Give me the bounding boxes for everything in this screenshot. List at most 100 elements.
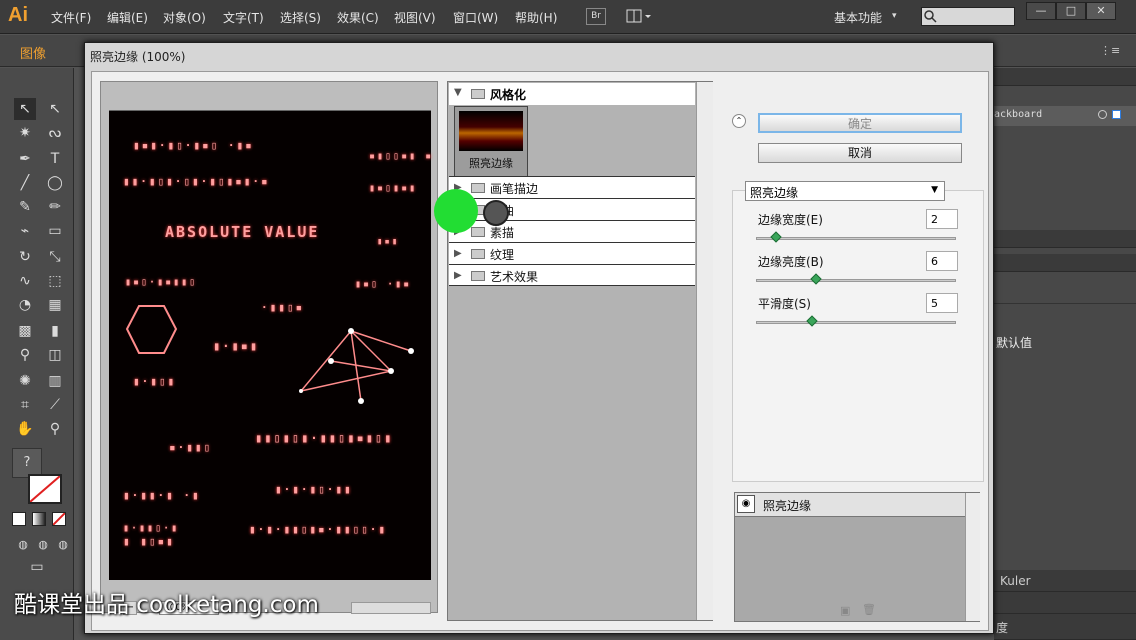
new-effect-layer-icon[interactable]: ▣ bbox=[840, 604, 850, 617]
selection-indicator-icon[interactable] bbox=[1112, 110, 1121, 119]
smoothness-input[interactable]: 5 bbox=[926, 293, 958, 313]
menu-view[interactable]: 视图(V) bbox=[394, 9, 436, 26]
ellipse-tool-icon[interactable]: ◯ bbox=[44, 172, 66, 194]
target-icon[interactable] bbox=[1098, 110, 1107, 119]
scale-tool-icon[interactable]: ⤡ bbox=[44, 246, 66, 268]
minimize-button[interactable]: — bbox=[1026, 2, 1056, 20]
category-sketch[interactable]: ▶素描 bbox=[449, 220, 695, 242]
folder-icon bbox=[471, 271, 485, 281]
dialog-title: 照亮边缘 (100%) bbox=[90, 50, 186, 64]
expand-arrow-icon[interactable]: ▼ bbox=[454, 87, 462, 98]
pen-tool-icon[interactable]: ✒ bbox=[14, 148, 36, 170]
mesh-tool-icon[interactable]: ▩ bbox=[14, 320, 36, 342]
visibility-eye-icon[interactable]: ◉ bbox=[737, 495, 755, 513]
symbol-sprayer-icon[interactable]: ✺ bbox=[14, 370, 36, 392]
preview-canvas[interactable]: ▮▪▮·▮▯·▮▪▯ ·▮▪ ▪▮▯▯▪▮ ▪ ▮▮·▮▯▮·▯▮·▮▯▮▪▮·… bbox=[109, 110, 431, 580]
menu-help[interactable]: 帮助(H) bbox=[515, 9, 557, 26]
preview-scrollbar[interactable] bbox=[351, 602, 431, 614]
menu-type[interactable]: 文字(T) bbox=[223, 9, 264, 26]
dropdown-arrow-icon: ▼ bbox=[931, 185, 938, 195]
gradient-icon[interactable] bbox=[32, 512, 46, 526]
hand-tool-icon[interactable]: ✋ bbox=[14, 418, 36, 440]
cursor-highlight bbox=[434, 189, 478, 233]
ok-button[interactable]: 确定 bbox=[758, 113, 962, 133]
eraser-icon[interactable]: ▭ bbox=[44, 220, 66, 242]
preview-glow-row: ▮▪▯·▮▪▮▮▯ bbox=[125, 277, 198, 288]
paintbrush-icon[interactable]: ✎ bbox=[14, 196, 36, 218]
selection-tool-icon[interactable]: ↖ bbox=[14, 98, 36, 120]
direct-selection-tool-icon[interactable]: ↖ bbox=[44, 98, 66, 120]
layer-list-scrollbar[interactable] bbox=[965, 493, 980, 621]
screen-mode-icon[interactable]: ▭ bbox=[26, 556, 48, 578]
thumbnail-label: 照亮边缘 bbox=[469, 157, 513, 170]
workspace-switcher[interactable]: 基本功能 bbox=[834, 9, 882, 26]
menu-object[interactable]: 对象(O) bbox=[163, 9, 206, 26]
filter-thumbnail-glowing-edges[interactable]: 照亮边缘 bbox=[454, 106, 528, 178]
edge-width-slider[interactable] bbox=[756, 237, 956, 240]
kuler-tab[interactable]: Kuler bbox=[1000, 574, 1031, 588]
arrange-documents-icon[interactable] bbox=[626, 8, 652, 25]
edge-width-input[interactable]: 2 bbox=[926, 209, 958, 229]
bridge-button[interactable]: Br bbox=[586, 8, 606, 25]
maximize-button[interactable]: □ bbox=[1056, 2, 1086, 20]
collapsed-arrow-icon: ▶ bbox=[454, 270, 462, 281]
pencil-icon[interactable]: ✏ bbox=[44, 196, 66, 218]
chevron-down-icon[interactable]: ▾ bbox=[892, 11, 897, 21]
artboard-row[interactable]: ackboard bbox=[994, 106, 1136, 126]
free-transform-icon[interactable]: ⬚ bbox=[44, 270, 66, 292]
edge-brightness-input[interactable]: 6 bbox=[926, 251, 958, 271]
panel-menu-icon[interactable]: ⋮≡ bbox=[1100, 44, 1120, 57]
type-tool-icon[interactable]: T bbox=[44, 148, 66, 170]
collapse-gallery-button[interactable]: ⌃ bbox=[732, 114, 746, 128]
menu-select[interactable]: 选择(S) bbox=[280, 9, 321, 26]
warp-tool-icon[interactable]: ∿ bbox=[14, 270, 36, 292]
category-stylize[interactable]: ▼ 风格化 bbox=[449, 83, 695, 105]
draw-behind-icon[interactable]: ◍ bbox=[32, 534, 54, 556]
blend-tool-icon[interactable]: ◫ bbox=[44, 344, 66, 366]
preview-pane[interactable]: ▮▪▮·▮▯·▮▪▯ ·▮▪ ▪▮▯▯▪▮ ▪ ▮▮·▮▯▮·▯▮·▮▯▮▪▮·… bbox=[100, 81, 438, 615]
edge-width-label: 边缘宽度(E) bbox=[758, 213, 823, 227]
delete-effect-layer-icon[interactable]: 🗑 bbox=[862, 603, 876, 616]
zoom-tool-icon[interactable]: ⚲ bbox=[44, 418, 66, 440]
eyedropper-icon[interactable]: ⚲ bbox=[14, 344, 36, 366]
lasso-icon[interactable]: ᔓ bbox=[44, 122, 66, 144]
category-texture[interactable]: ▶ 纹理 bbox=[449, 242, 695, 264]
filter-select[interactable]: 照亮边缘 ▼ bbox=[745, 181, 945, 201]
search-input[interactable] bbox=[921, 7, 1015, 26]
category-brush-strokes[interactable]: ▶ 画笔描边 bbox=[449, 176, 695, 198]
magic-wand-icon[interactable]: ✷ bbox=[14, 122, 36, 144]
fill-color-icon[interactable] bbox=[12, 512, 26, 526]
preview-glow-row: ▮·▮▯▮ bbox=[133, 375, 177, 388]
blob-brush-icon[interactable]: ⌁ bbox=[14, 220, 36, 242]
menu-edit[interactable]: 编辑(E) bbox=[107, 9, 148, 26]
edge-brightness-slider[interactable] bbox=[756, 279, 956, 282]
preview-glow-row: ▮▮·▮▯▮·▯▮·▮▯▮▪▮·▪ bbox=[123, 175, 270, 188]
cancel-button[interactable]: 取消 bbox=[758, 143, 962, 163]
smoothness-slider[interactable] bbox=[756, 321, 956, 324]
close-button[interactable]: ✕ bbox=[1086, 2, 1116, 20]
folder-icon bbox=[471, 249, 485, 259]
fill-stroke-swatch[interactable] bbox=[28, 474, 62, 504]
slice-tool-icon[interactable]: ⟋ bbox=[44, 394, 66, 416]
rotate-tool-icon[interactable]: ↻ bbox=[14, 246, 36, 268]
effect-layer-row[interactable]: ◉ 照亮边缘 bbox=[735, 493, 965, 517]
menu-window[interactable]: 窗口(W) bbox=[453, 9, 498, 26]
menu-file[interactable]: 文件(F) bbox=[51, 9, 91, 26]
artboard-tool-icon[interactable]: ⌗ bbox=[14, 394, 36, 416]
shape-builder-icon[interactable]: ◔ bbox=[14, 294, 36, 316]
illustrator-logo: Ai bbox=[8, 4, 28, 26]
none-color-icon[interactable] bbox=[52, 512, 66, 526]
smoothness-label: 平滑度(S) bbox=[758, 297, 811, 311]
folder-icon bbox=[471, 183, 485, 193]
category-artistic[interactable]: ▶ 艺术效果 bbox=[449, 264, 695, 286]
column-graph-icon[interactable]: ▥ bbox=[44, 370, 66, 392]
line-tool-icon[interactable]: ╱ bbox=[14, 172, 36, 194]
tree-scrollbar[interactable] bbox=[696, 82, 713, 620]
preview-glow-row: ▪▮▯▯▪▮ ▪ bbox=[369, 151, 434, 162]
draw-inside-icon[interactable]: ◍ bbox=[52, 534, 74, 556]
perspective-grid-icon[interactable]: ▦ bbox=[44, 294, 66, 316]
menu-effect[interactable]: 效果(C) bbox=[337, 9, 379, 26]
gradient-tool-icon[interactable]: ▮ bbox=[44, 320, 66, 342]
collapsed-arrow-icon: ▶ bbox=[454, 248, 462, 259]
draw-normal-icon[interactable]: ◍ bbox=[12, 534, 34, 556]
